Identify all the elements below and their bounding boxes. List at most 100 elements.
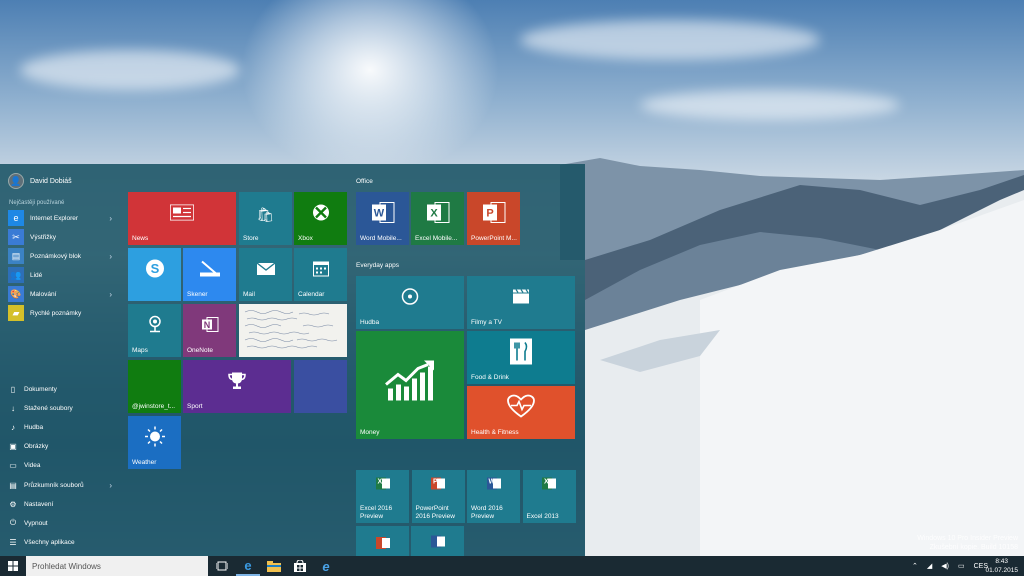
tile-powerpoint-partial[interactable] [356,526,409,556]
tile-photos-live[interactable] [239,304,347,357]
most-used-item-label: Výstřižky [30,233,56,241]
documents-icon: ▯ [10,384,16,394]
tile-sport[interactable]: Sport [183,360,291,413]
office-app-icon: X [541,476,557,495]
tile-skype[interactable]: S [128,248,181,301]
heart-pulse-icon [507,394,535,424]
tile-hudba[interactable]: Hudba [356,276,464,329]
powerpoint-icon [375,536,391,552]
user-account[interactable]: 👤 David Dobiáš [8,173,72,189]
tile-label: Health & Fitness [471,428,519,436]
show-hidden-icons-icon[interactable]: ⌃ [912,562,918,570]
tile-store[interactable]: 🛍 Store [239,192,292,245]
task-view-button[interactable] [210,556,234,576]
taskbar-internet-explorer-button[interactable]: e [314,556,338,576]
start-button[interactable] [0,556,26,576]
settings-icon: ⚙ [9,499,17,509]
place-item[interactable]: ▯ Dokumenty [8,381,116,397]
tile-label-line2: Preview [360,512,384,520]
place-item[interactable]: ▣ Obrázky [8,439,116,455]
action-center-icon[interactable]: ▭ [958,562,965,570]
videos-icon: ▭ [9,461,17,471]
start-menu: 👤 David Dobiáš Nejčastěji používané e Int… [0,164,585,556]
most-used-item[interactable]: ✂ Výstřižky [8,228,116,246]
place-item[interactable]: ☰ Všechny aplikace [8,535,116,551]
tile-food-drink[interactable]: Food & Drink [467,331,575,384]
taskbar-store-button[interactable] [288,556,312,576]
tile-label: OneNote [187,346,214,354]
jump-list-arrow-icon[interactable]: › [109,481,112,490]
group-label-everyday-apps: Everyday apps [356,262,399,269]
office-app-letter: X [544,478,549,486]
downloads-icon: ↓ [11,403,15,413]
people-icon: 👥 [8,267,24,283]
tile-scanner[interactable]: Skener [183,248,236,301]
tile-word-mobile[interactable]: W Word Mobile... [356,192,409,245]
tile-label-line1: PowerPoint [415,505,449,512]
tile-excel-mobile[interactable]: X Excel Mobile... [411,192,464,245]
place-item[interactable]: ⚙ Nastavení [8,496,116,512]
tile-label: News [132,234,149,242]
place-item[interactable]: ⏻ Vypnout [8,515,116,531]
most-used-item[interactable]: 👥 Lidé [8,266,116,284]
wifi-icon[interactable]: ◢ [927,562,932,570]
tile-office-preview[interactable]: X Excel 2013 [522,470,576,523]
power-icon: ⏻ [9,518,17,528]
tile-filmy-a-tv[interactable]: Filmy a TV [467,276,575,329]
tile-label: Skener [187,290,208,298]
tile-label-line1: Excel 2013 [526,512,559,520]
jump-list-arrow-icon[interactable]: › [109,214,112,223]
group-label-office: Office [356,178,373,185]
jump-list-arrow-icon[interactable]: › [109,290,112,299]
svg-text:S: S [150,261,159,276]
tile-onenote[interactable]: N OneNote [183,304,236,357]
place-item[interactable]: ↓ Stažené soubory [8,400,116,416]
word-icon: W [371,202,395,229]
tile-label: Hudba [360,318,380,326]
place-item-label: Všechny aplikace [24,539,75,547]
search-box[interactable]: Prohledat Windows [26,556,208,576]
tile-health-fitness[interactable]: Health & Fitness [467,386,575,439]
volume-icon[interactable]: ◀) [941,562,949,570]
taskbar-file-explorer-button[interactable] [262,556,286,576]
place-item[interactable]: ♪ Hudba [8,419,116,435]
tile-label-line1: Excel 2016 [360,505,393,512]
tile-xbox[interactable]: Xbox [294,192,347,245]
office-app-icon: W [486,476,502,495]
place-item-label: Hudba [24,423,44,431]
music-icon: ♪ [11,422,15,432]
tile-label: @jwinstore_t... [132,402,176,410]
clock[interactable]: 8:43 01.07.2015 [985,557,1018,575]
tile-office-preview[interactable]: W Word 2016 Preview [467,470,520,523]
place-item[interactable]: ▭ Videa [8,458,116,474]
tile-news[interactable]: News [128,192,236,245]
music-disc-icon [401,288,419,311]
search-placeholder: Prohledat Windows [32,561,101,571]
office-app-icon: P [430,476,446,495]
tile-office-preview[interactable]: P PowerPoint 2016 Preview [411,470,465,523]
taskbar-edge-button[interactable]: e [236,556,260,576]
tile-winstore-twitter[interactable]: @jwinstore_t... [128,360,181,413]
tile-mail[interactable]: Mail [239,248,292,301]
tile-word-partial[interactable] [411,526,464,556]
user-name: David Dobiáš [30,177,72,185]
place-item-label: Stažené soubory [24,404,73,412]
place-item[interactable]: ▤ Průzkumník souborů › [8,477,116,493]
tile-maps[interactable]: Maps [128,304,181,357]
jump-list-arrow-icon[interactable]: › [109,252,112,261]
sticky-notes-icon: ▰ [8,305,24,321]
most-used-item[interactable]: ▰ Rychlé poznámky [8,304,116,322]
windows-logo-icon [8,561,18,571]
tile-powerpoint-mobile[interactable]: P PowerPoint M... [467,192,520,245]
most-used-item[interactable]: ▤ Poznámkový blok › [8,247,116,265]
tile-weather[interactable]: Weather [128,416,181,469]
tile-empty[interactable] [294,360,347,413]
tile-label: Maps [132,346,148,354]
tile-office-preview[interactable]: X Excel 2016 Preview [356,470,409,523]
tile-label-line1: Word 2016 [471,505,503,512]
most-used-item[interactable]: e Internet Explorer › [8,209,116,227]
most-used-item[interactable]: 🎨 Malování › [8,285,116,303]
tile-calendar[interactable]: Calendar [294,248,347,301]
most-used-heading: Nejčastěji používané [9,200,65,206]
tile-money[interactable]: Money [356,331,464,439]
